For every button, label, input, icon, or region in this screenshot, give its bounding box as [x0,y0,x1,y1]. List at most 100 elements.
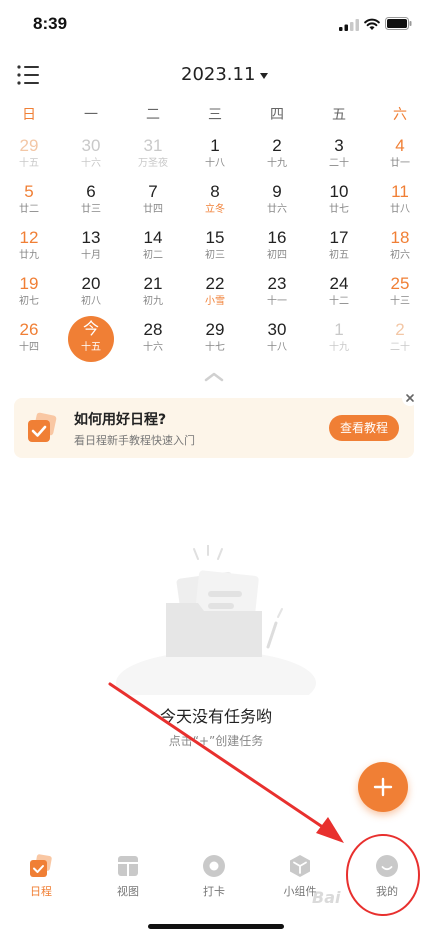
day-number: 17 [329,228,349,247]
day-number: 1 [334,320,344,339]
day-number: 4 [395,136,405,155]
lunar-date: 廿六 [267,204,287,215]
calendar-day[interactable]: 2 十九 [249,136,305,182]
calendar-day[interactable]: 20 初八 [63,274,119,320]
day-number: 3 [334,136,344,155]
lunar-date: 廿七 [329,204,349,215]
lunar-date: 十月 [81,250,101,261]
calendar-day[interactable]: 10 廿七 [311,182,367,228]
calendar-day[interactable]: 23 十一 [249,274,305,320]
weekday-row: 日 一 二 三 四 五 六 [0,100,432,126]
lunar-date: 二十 [329,158,349,169]
day-number: 2 [272,136,282,155]
calendar-day[interactable]: 21 初九 [125,274,181,320]
calendar-day[interactable]: 11 廿八 [372,182,428,228]
menu-list-icon[interactable] [16,64,40,86]
lunar-date: 十五 [19,158,39,169]
calendar-day[interactable]: 9 廿六 [249,182,305,228]
day-number: 19 [19,274,39,293]
lunar-date: 初八 [81,296,101,307]
day-number: 7 [148,182,158,201]
calendar-day[interactable]: 18 初六 [372,228,428,274]
promo-subtitle: 看日程新手教程快速入门 [74,434,195,447]
calendar-day[interactable]: 1 十八 [187,136,243,182]
day-number: 8 [210,182,220,201]
calendar-day[interactable]: 22 小雪 [187,274,243,320]
tab-checkin[interactable]: 打卡 [184,854,244,899]
calendar-day[interactable]: 12 廿九 [1,228,57,274]
tab-profile[interactable]: 我的 [357,854,417,899]
day-number: 9 [272,182,282,201]
day-number: 31 [143,136,163,155]
status-bar: 8:39 [0,0,432,50]
day-number: 25 [390,274,410,293]
tab-view[interactable]: 视图 [98,854,158,899]
calendar-day[interactable]: 17 初五 [311,228,367,274]
tutorial-banner[interactable]: 如何用好日程? 看日程新手教程快速入门 查看教程 [14,390,418,458]
calendar-day[interactable]: 4 廿一 [372,136,428,182]
calendar-header: 2023.11 [0,56,432,96]
annotation-arrowhead [316,817,344,843]
lunar-date: 初九 [143,296,163,307]
lunar-date: 初二 [143,250,163,261]
day-number: 今 [82,321,99,338]
lunar-date: 十一 [267,296,287,307]
promo-title: 如何用好日程? [74,412,167,428]
calendar-day[interactable]: 29 十五 [1,136,57,182]
lunar-date: 十八 [267,342,287,353]
calendar-day[interactable]: 24 十二 [311,274,367,320]
view-tutorial-button[interactable]: 查看教程 [329,415,399,441]
weekday-fri: 五 [332,107,346,123]
calendar-day-today[interactable]: 今十五 [68,316,114,362]
calendar-day[interactable]: 25 十三 [372,274,428,320]
day-number: 2 [395,320,405,339]
day-number: 29 [205,320,225,339]
tab-schedule[interactable]: 日程 [11,854,71,899]
month-selector[interactable]: 2023.11 [181,64,269,85]
calendar-day[interactable]: 3 二十 [311,136,367,182]
calendar-day[interactable]: 16 初四 [249,228,305,274]
calendar-check-icon [30,854,52,877]
close-icon[interactable] [402,390,418,406]
calendar-day[interactable]: 14 初二 [125,228,181,274]
lunar-date: 小雪 [205,296,225,307]
lunar-date: 十四 [19,342,39,353]
tab-label: 日程 [30,885,52,898]
day-number: 20 [81,274,101,293]
lunar-date: 十八 [205,158,225,169]
lunar-date: 初六 [390,250,410,261]
calendar-day[interactable]: 2 二十 [372,320,428,366]
lunar-date: 十七 [205,342,225,353]
calendar-day[interactable]: 31 万圣夜 [125,136,181,182]
calendar-day[interactable]: 30 十八 [249,320,305,366]
plus-icon [373,777,393,797]
calendar-day[interactable]: 8 立冬 [187,182,243,228]
signal-icon [339,19,359,31]
add-task-button[interactable] [358,762,408,812]
calendar-day[interactable]: 29 十七 [187,320,243,366]
lunar-date: 廿二 [19,204,39,215]
watermark: Bai [312,888,341,907]
calendar-day[interactable]: 30 十六 [63,136,119,182]
day-number: 28 [143,320,163,339]
lunar-date: 十五 [81,342,101,353]
calendar-day[interactable]: 26 十四 [1,320,57,366]
calendar-day[interactable]: 28 十六 [125,320,181,366]
day-number: 1 [210,136,220,155]
calendar-day[interactable]: 13 十月 [63,228,119,274]
calendar-day[interactable]: 1 十九 [311,320,367,366]
calendar-day[interactable]: 7 廿四 [125,182,181,228]
day-number: 29 [19,136,39,155]
calendar-day[interactable]: 19 初七 [1,274,57,320]
home-indicator [148,924,284,929]
view-grid-icon [118,856,138,876]
calendar-day[interactable]: 6 廿三 [63,182,119,228]
day-number: 11 [391,182,409,201]
calendar-grid: 29 十五 30 十六 31 万圣夜 1 十八 2 十九 3 二十 4 廿一 5 廿二 6 廿三 7 廿四 8 立冬 9 廿六… [0,128,432,368]
collapse-chevron-icon[interactable] [204,372,224,382]
day-number: 15 [205,228,225,247]
calendar-day[interactable]: 15 初三 [187,228,243,274]
weekday-sun: 日 [22,107,36,123]
lunar-date: 十六 [81,158,101,169]
calendar-day[interactable]: 5 廿二 [1,182,57,228]
